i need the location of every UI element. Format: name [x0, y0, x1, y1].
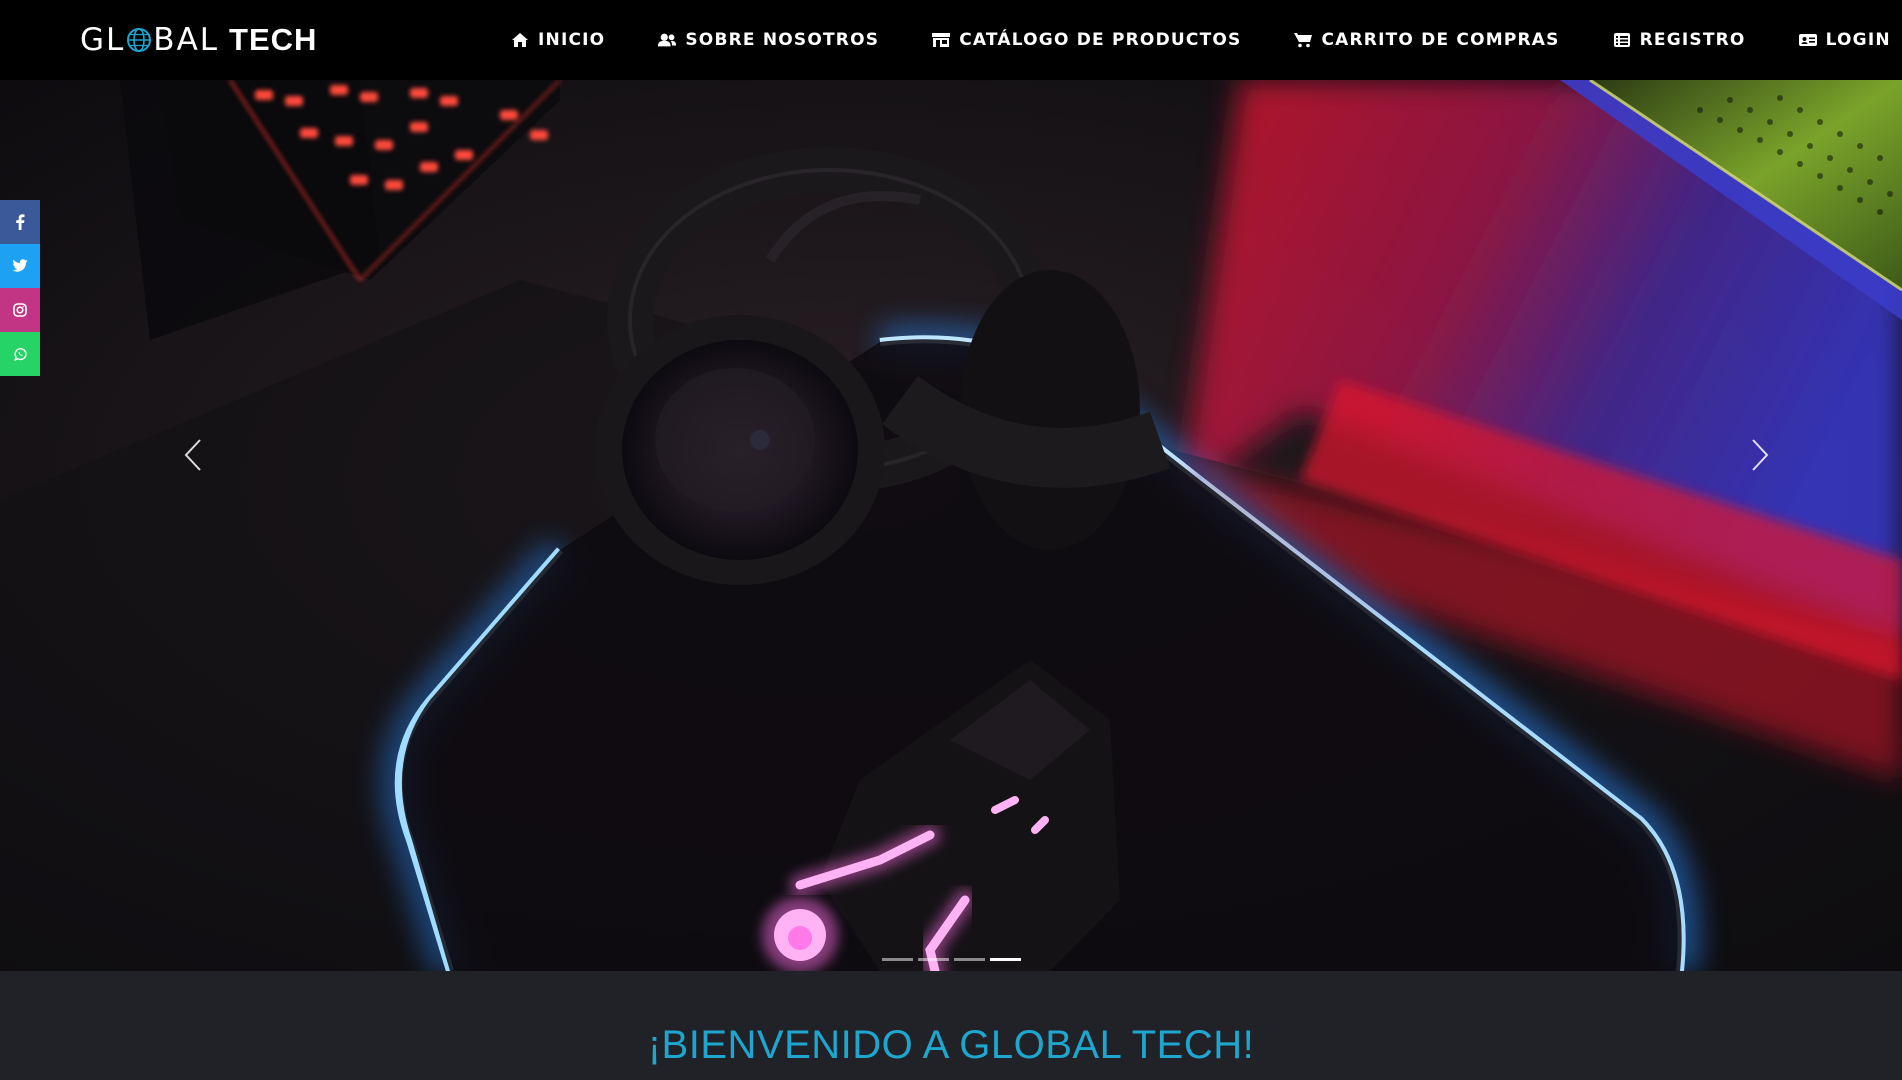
social-sidebar: [0, 200, 40, 376]
nav-item-sobre-nosotros[interactable]: SOBRE NOSOTROS: [657, 30, 879, 50]
id-card-icon: [1798, 31, 1818, 49]
carousel-indicator[interactable]: [954, 958, 985, 961]
facebook-icon: [16, 214, 25, 230]
list-icon: [1612, 31, 1632, 49]
nav-item-login[interactable]: LOGIN: [1798, 30, 1891, 50]
brand-text-gl: GL: [80, 22, 126, 58]
chevron-right-icon: [1752, 439, 1769, 471]
main-nav: INICIO SOBRE NOSOTROS CATÁLOGO DE PRODUC…: [510, 0, 1891, 80]
nav-item-inicio[interactable]: INICIO: [510, 30, 605, 50]
nav-item-label: REGISTRO: [1639, 30, 1746, 50]
brand-logo[interactable]: GL BAL TECH: [80, 22, 317, 58]
whatsapp-icon: [13, 347, 27, 361]
twitter-icon: [12, 259, 28, 272]
hero-slide-image: [0, 80, 1902, 971]
brand-text-bal: BAL: [153, 22, 220, 58]
store-icon: [931, 31, 951, 49]
carousel-prev-button[interactable]: [173, 425, 213, 485]
carousel-next-button[interactable]: [1740, 425, 1780, 485]
nav-item-label: CATÁLOGO DE PRODUCTOS: [959, 30, 1242, 50]
instagram-icon: [13, 303, 27, 317]
carousel-indicator-active[interactable]: [990, 958, 1021, 961]
globe-icon: [127, 28, 152, 52]
nav-item-catalogo[interactable]: CATÁLOGO DE PRODUCTOS: [931, 30, 1241, 50]
chevron-left-icon: [184, 439, 201, 471]
nav-item-label: CARRITO DE COMPRAS: [1321, 30, 1560, 50]
hero-carousel: [0, 80, 1902, 971]
navbar: GL BAL TECH INICIO SOBRE NOSOTROS CATÁLO…: [0, 0, 1902, 80]
users-icon: [657, 31, 677, 49]
welcome-section: ¡BIENVENIDO A GLOBAL TECH!: [0, 971, 1902, 1080]
brand-text-tech: TECH: [229, 22, 318, 57]
instagram-link[interactable]: [0, 288, 40, 332]
nav-item-label: SOBRE NOSOTROS: [685, 30, 880, 50]
carousel-indicators: [882, 958, 1021, 961]
nav-item-carrito[interactable]: CARRITO DE COMPRAS: [1293, 30, 1559, 50]
nav-item-registro[interactable]: REGISTRO: [1612, 30, 1746, 50]
brand-light: GL BAL: [80, 22, 219, 58]
facebook-link[interactable]: [0, 200, 40, 244]
carousel-indicator[interactable]: [918, 958, 949, 961]
twitter-link[interactable]: [0, 244, 40, 288]
cart-icon: [1293, 31, 1313, 49]
nav-item-label: INICIO: [538, 30, 606, 50]
home-icon: [510, 31, 530, 49]
nav-item-label: LOGIN: [1825, 30, 1891, 50]
carousel-indicator[interactable]: [882, 958, 913, 961]
whatsapp-link[interactable]: [0, 332, 40, 376]
welcome-title: ¡BIENVENIDO A GLOBAL TECH!: [647, 1023, 1255, 1067]
